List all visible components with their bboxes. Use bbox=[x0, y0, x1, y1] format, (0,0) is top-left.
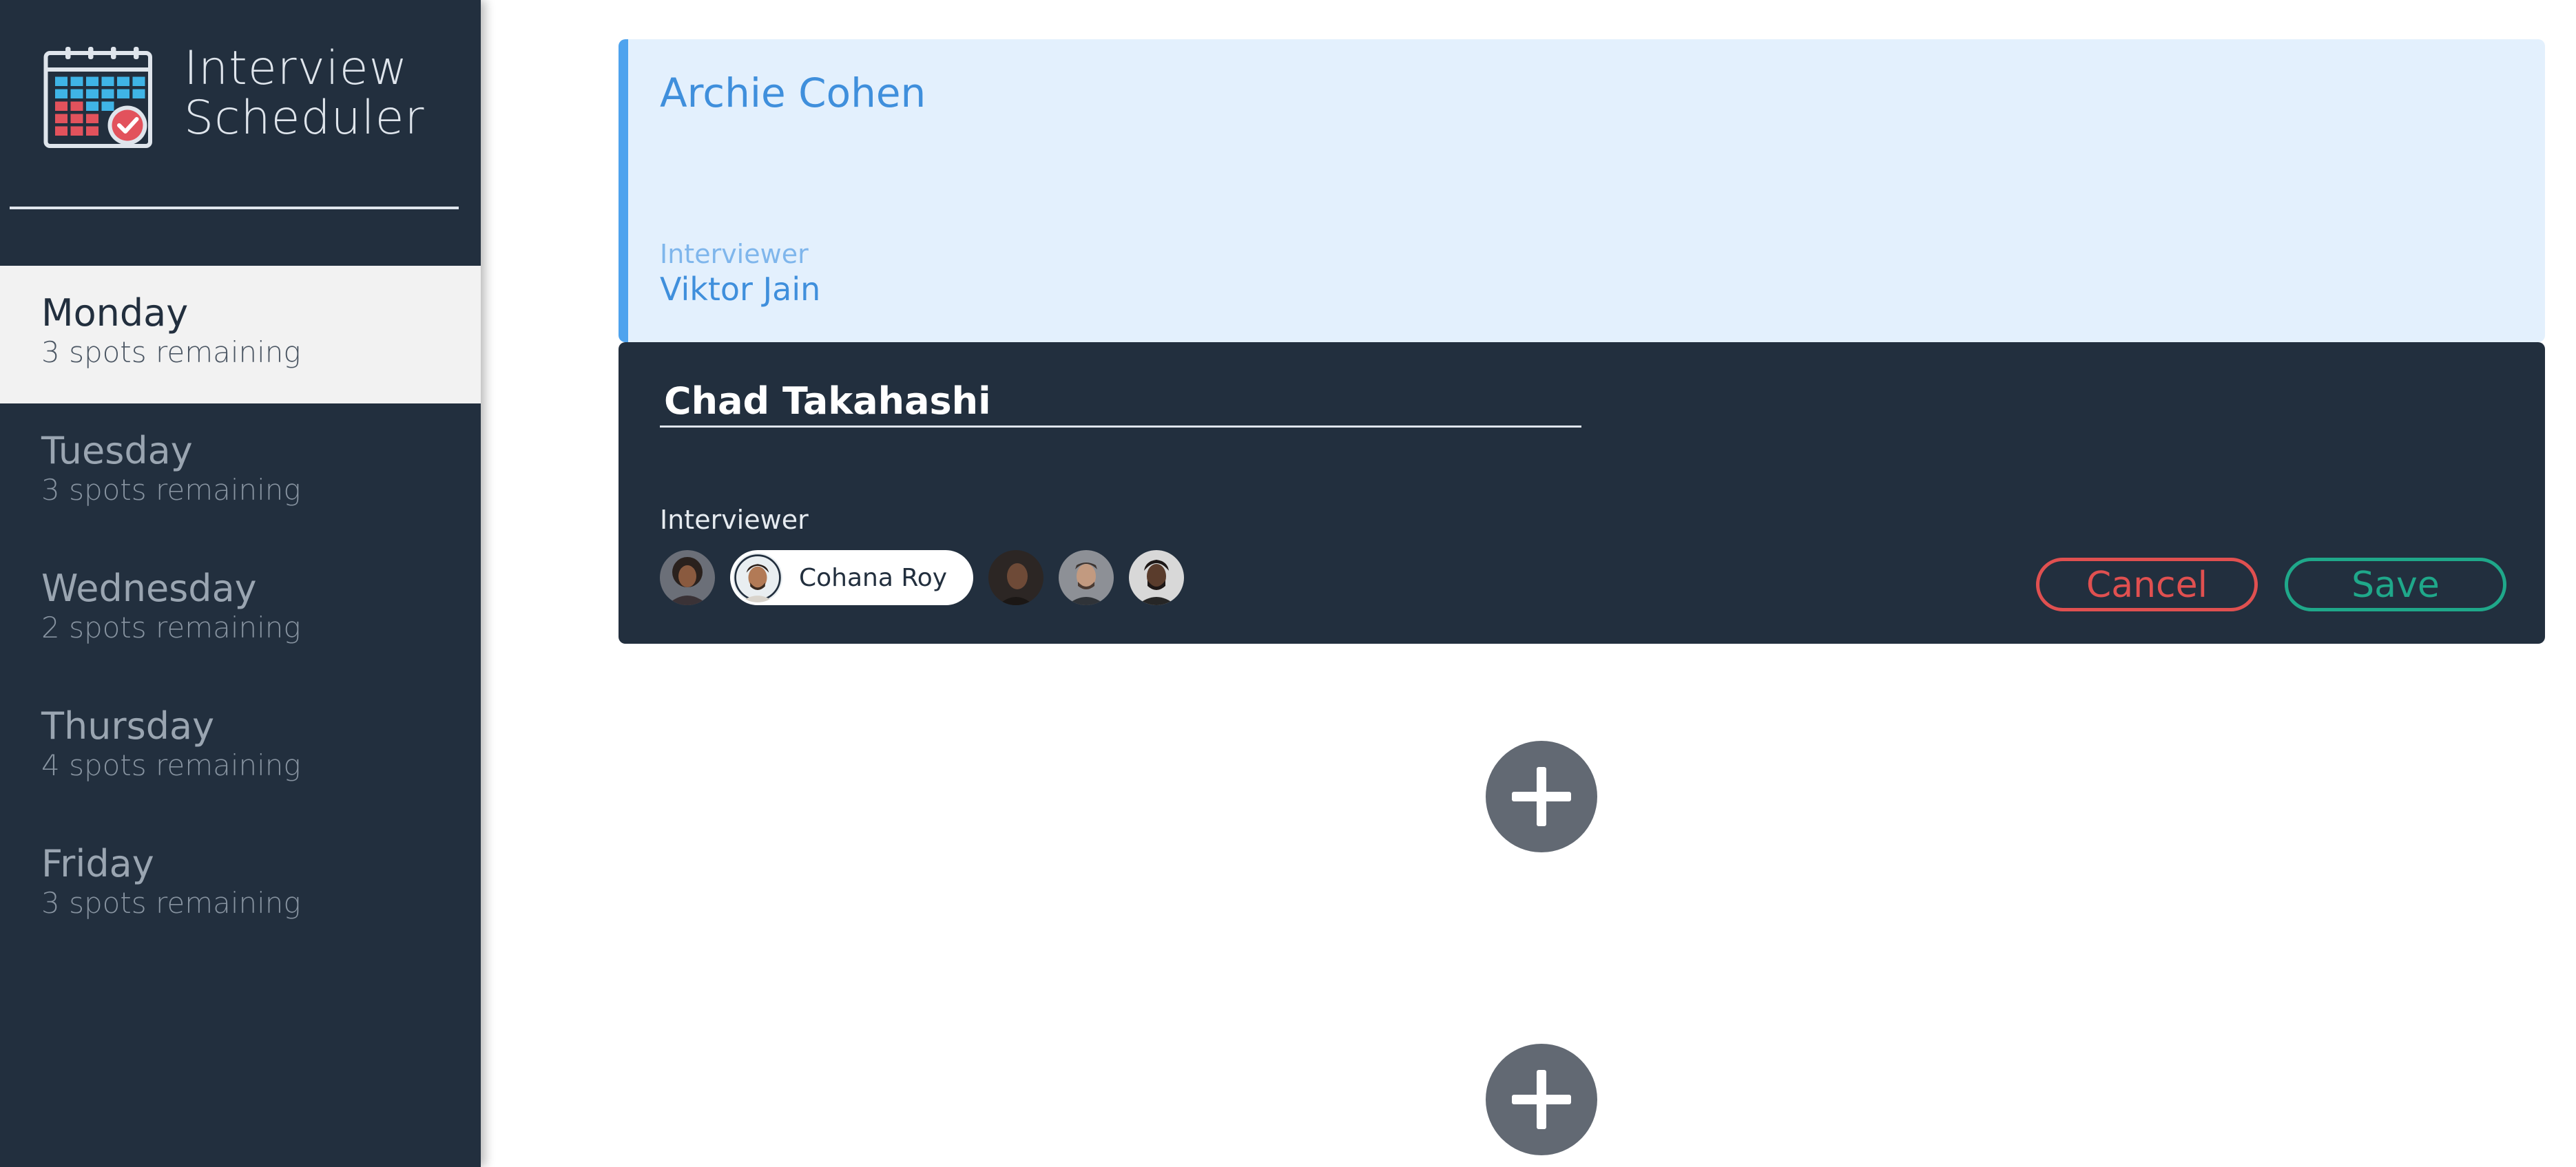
interviewer-list: Cohana Roy bbox=[660, 549, 1199, 607]
interviewer-avatar[interactable] bbox=[660, 550, 715, 605]
interviewer-name: Viktor Jain bbox=[660, 271, 821, 308]
avatar-photo-icon bbox=[1129, 550, 1185, 605]
day-spots: 3 spots remaining bbox=[41, 886, 301, 920]
plus-icon-horizontal bbox=[1512, 792, 1571, 801]
day-spots: 2 spots remaining bbox=[41, 611, 301, 644]
appointment-form: Interviewer bbox=[619, 342, 2545, 644]
day-item-thursday[interactable]: Thursday 4 spots remaining bbox=[0, 679, 481, 817]
day-name: Wednesday bbox=[41, 567, 257, 610]
day-list: Monday 3 spots remaining Tuesday 3 spots… bbox=[0, 266, 481, 954]
avatar-photo-icon bbox=[1059, 550, 1114, 605]
add-appointment-button[interactable] bbox=[1486, 741, 1597, 852]
app-title-line2: Scheduler bbox=[184, 91, 425, 145]
sidebar-divider bbox=[10, 207, 459, 209]
day-name: Friday bbox=[41, 842, 154, 885]
student-name: Archie Cohen bbox=[660, 70, 926, 116]
interviewer-label: Interviewer bbox=[660, 239, 809, 269]
app-title-line1: Interview bbox=[184, 41, 408, 96]
day-item-monday[interactable]: Monday 3 spots remaining bbox=[0, 266, 481, 403]
interviewer-avatar[interactable] bbox=[1129, 550, 1185, 605]
day-name: Thursday bbox=[41, 704, 215, 748]
interviewer-avatar[interactable] bbox=[988, 550, 1044, 605]
day-item-wednesday[interactable]: Wednesday 2 spots remaining bbox=[0, 541, 481, 679]
interviewer-chip-selected[interactable]: Cohana Roy bbox=[730, 550, 974, 605]
avatar-photo-icon bbox=[733, 553, 782, 602]
add-appointment-button[interactable] bbox=[1486, 1044, 1597, 1155]
interviewer-list-label: Interviewer bbox=[660, 505, 809, 535]
avatar-photo-icon bbox=[660, 550, 715, 605]
avatar-photo-icon bbox=[988, 550, 1044, 605]
appointment-card[interactable]: Archie Cohen Interviewer Viktor Jain bbox=[619, 39, 2545, 342]
calendar-check-icon bbox=[43, 47, 152, 148]
day-name: Monday bbox=[41, 291, 189, 335]
day-name: Tuesday bbox=[41, 429, 193, 472]
sidebar: Interview Scheduler Monday 3 spots remai… bbox=[0, 0, 481, 1167]
cancel-button[interactable]: Cancel bbox=[2036, 558, 2258, 611]
interviewer-avatar[interactable] bbox=[1059, 550, 1114, 605]
app-title: Interview Scheduler bbox=[184, 44, 424, 143]
day-spots: 3 spots remaining bbox=[41, 473, 301, 507]
brand: Interview Scheduler bbox=[43, 44, 456, 154]
student-name-input[interactable] bbox=[660, 377, 1581, 428]
interviewer-chip-label: Cohana Roy bbox=[799, 563, 948, 592]
plus-icon-horizontal bbox=[1512, 1095, 1571, 1104]
schedule-main: Archie Cohen Interviewer Viktor Jain Int… bbox=[481, 0, 2576, 1167]
day-item-tuesday[interactable]: Tuesday 3 spots remaining bbox=[0, 403, 481, 541]
day-spots: 4 spots remaining bbox=[41, 748, 301, 782]
save-button[interactable]: Save bbox=[2285, 558, 2506, 611]
day-spots: 3 spots remaining bbox=[41, 335, 301, 369]
interviewer-avatar bbox=[733, 553, 782, 602]
day-item-friday[interactable]: Friday 3 spots remaining bbox=[0, 817, 481, 954]
